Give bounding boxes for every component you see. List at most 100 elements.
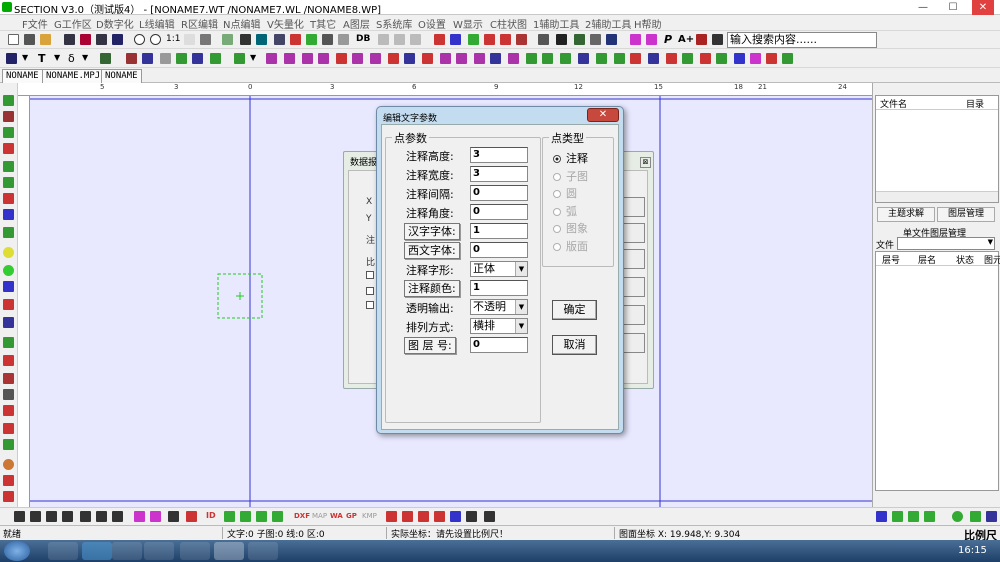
- tab-noname-active[interactable]: NONAME: [101, 69, 142, 83]
- input-note-width[interactable]: 3: [470, 166, 528, 182]
- digitize-tool-icon[interactable]: [3, 95, 14, 106]
- id-icon[interactable]: ID: [206, 511, 216, 520]
- globe-icon[interactable]: [606, 34, 617, 45]
- bottom-arrow-icon[interactable]: [272, 511, 283, 522]
- node-move-icon[interactable]: [284, 53, 295, 64]
- layer-number-button[interactable]: 图 层 号:: [404, 337, 456, 354]
- db-button[interactable]: DB: [356, 34, 370, 44]
- node-icon[interactable]: [266, 53, 277, 64]
- line-reverse-icon[interactable]: [370, 53, 381, 64]
- grid-cols-icon[interactable]: [112, 511, 123, 522]
- dropdown-arrow-icon[interactable]: ▼: [82, 53, 88, 62]
- green-block-icon[interactable]: [782, 53, 793, 64]
- branch-icon[interactable]: [596, 53, 607, 64]
- menu-point-edit[interactable]: N点编辑: [223, 16, 260, 31]
- copy-icon[interactable]: [394, 34, 405, 45]
- back-button-1[interactable]: [621, 197, 645, 217]
- select-transparent-output[interactable]: 不透明 ▼: [470, 299, 528, 315]
- pen-tool-icon[interactable]: [3, 389, 14, 400]
- taskbar-browser-icon[interactable]: [180, 542, 210, 560]
- back-checkbox-1[interactable]: [366, 271, 374, 279]
- line-icon[interactable]: [556, 34, 567, 45]
- taskbar-media-icon[interactable]: [112, 542, 142, 560]
- grid-icon[interactable]: [240, 34, 251, 45]
- back-button-3[interactable]: [621, 249, 645, 269]
- copy-point-icon[interactable]: [142, 53, 153, 64]
- select-point-icon[interactable]: [160, 53, 171, 64]
- grid-pink-icon[interactable]: [646, 34, 657, 45]
- taskbar-explorer-icon[interactable]: [48, 542, 78, 560]
- layer-manager-button[interactable]: 图层管理: [937, 207, 995, 222]
- align-tool-icon[interactable]: [3, 317, 14, 328]
- measure-tool-icon[interactable]: [3, 209, 14, 220]
- input-note-angle[interactable]: 0: [470, 204, 528, 220]
- check-tool-icon[interactable]: [3, 475, 14, 486]
- red-block-icon[interactable]: [766, 53, 777, 64]
- menu-display[interactable]: W显示: [453, 16, 483, 31]
- yellow-circle-icon[interactable]: [3, 247, 14, 258]
- minimize-button[interactable]: —: [912, 0, 934, 15]
- file-list-scrollbar[interactable]: [876, 191, 998, 202]
- node-delete-icon[interactable]: [318, 53, 329, 64]
- image-icon[interactable]: [538, 34, 549, 45]
- layer-tool-6-icon[interactable]: [970, 511, 981, 522]
- back-button-2[interactable]: [621, 223, 645, 243]
- split-icon[interactable]: [168, 511, 179, 522]
- input-note-color[interactable]: 1: [470, 280, 528, 296]
- layer-tool-4-icon[interactable]: [924, 511, 935, 522]
- mark-tool-icon[interactable]: [3, 193, 14, 204]
- pink-square-icon[interactable]: [750, 53, 761, 64]
- point-tool-icon[interactable]: [6, 53, 17, 64]
- arc-tool-icon[interactable]: [3, 373, 14, 384]
- a-plus-button[interactable]: A+: [678, 34, 694, 45]
- radio-image[interactable]: 图象: [553, 220, 588, 236]
- save-as-icon[interactable]: [80, 34, 91, 45]
- menu-help[interactable]: H帮助: [634, 16, 662, 31]
- up-arrow-icon[interactable]: [224, 511, 235, 522]
- layer-tool-1-icon[interactable]: [876, 511, 887, 522]
- zoom-in-icon[interactable]: [134, 34, 145, 45]
- layer-tool-3-icon[interactable]: [908, 511, 919, 522]
- flag-icon[interactable]: [516, 34, 527, 45]
- cut-icon[interactable]: [378, 34, 389, 45]
- menu-aux-tools-2[interactable]: 2辅助工具: [585, 16, 631, 31]
- line-input-icon[interactable]: [3, 143, 14, 154]
- paste-icon[interactable]: [410, 34, 421, 45]
- chart-icon[interactable]: [322, 34, 333, 45]
- area-copy-icon[interactable]: [490, 53, 501, 64]
- radio-layout[interactable]: 版面: [553, 238, 588, 254]
- bars-icon[interactable]: [80, 511, 91, 522]
- back-checkbox-3[interactable]: [366, 301, 374, 309]
- back-button-5[interactable]: [621, 305, 645, 325]
- p-button[interactable]: P: [664, 33, 672, 46]
- radio-arc[interactable]: 弧: [553, 203, 577, 219]
- clip-icon[interactable]: [666, 53, 677, 64]
- maximize-button[interactable]: ☐: [942, 0, 964, 15]
- dash-line-icon[interactable]: [466, 511, 477, 522]
- zoom-out-icon[interactable]: [150, 34, 161, 45]
- bracket-icon[interactable]: [186, 511, 197, 522]
- layer-tool-7-icon[interactable]: [986, 511, 997, 522]
- top-arrow-icon[interactable]: [256, 511, 267, 522]
- area-edit-icon[interactable]: [440, 53, 451, 64]
- dot-tool-icon[interactable]: [3, 355, 14, 366]
- tab-noname[interactable]: NONAME: [2, 69, 43, 83]
- back-checkbox-2[interactable]: [366, 287, 374, 295]
- line-join-icon[interactable]: [352, 53, 363, 64]
- vertex-icon[interactable]: [648, 53, 659, 64]
- topic-solve-button[interactable]: 主题求解: [877, 207, 935, 222]
- stamp-icon[interactable]: [500, 34, 511, 45]
- new-file-icon[interactable]: [8, 34, 19, 45]
- area-property-icon[interactable]: [542, 53, 553, 64]
- ok-button[interactable]: 确定: [552, 300, 597, 320]
- radio-sub-figure[interactable]: 子图: [553, 168, 588, 184]
- area-delete-icon[interactable]: [508, 53, 519, 64]
- search-input[interactable]: 输入搜索内容......: [727, 32, 877, 48]
- point-input-icon[interactable]: [3, 127, 14, 138]
- node-add-icon[interactable]: [302, 53, 313, 64]
- pan-hand-icon[interactable]: [184, 34, 195, 45]
- mark-icon[interactable]: [630, 53, 641, 64]
- input-chinese-font[interactable]: 1: [470, 223, 528, 239]
- dialog-close-button[interactable]: ✕: [587, 108, 619, 122]
- input-note-height[interactable]: 3: [470, 147, 528, 163]
